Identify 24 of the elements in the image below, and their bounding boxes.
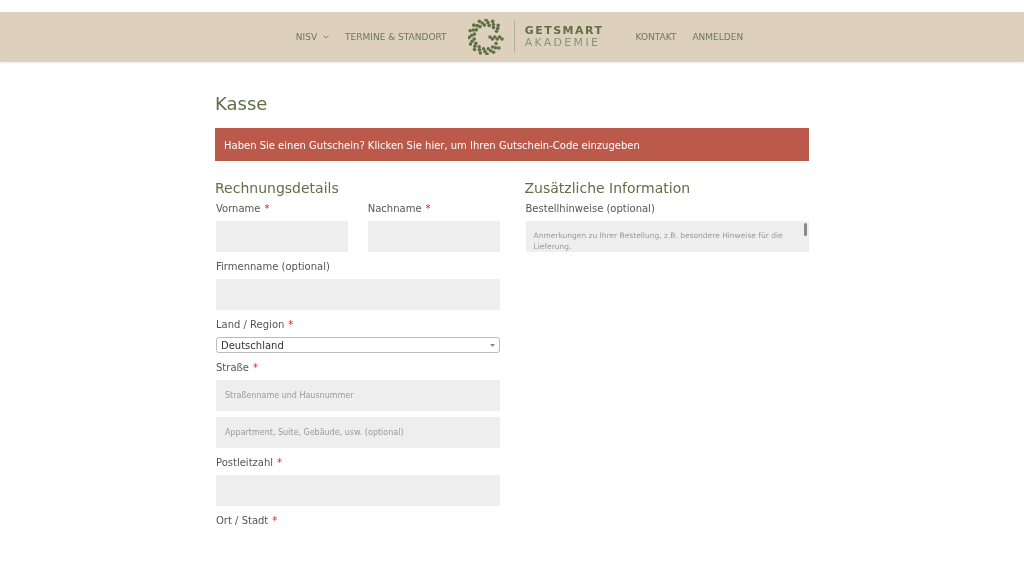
logo-wordmark: GETSMART [524, 25, 604, 37]
field-label: Land / Region * [216, 319, 295, 331]
field-label: Ort / Stadt * [216, 515, 279, 527]
page-title: Kasse [215, 92, 269, 116]
coupon-notice[interactable]: Haben Sie einen Gutschein? Klicken Sie hier, um Ihren Gutschein-Code einzugeben [215, 128, 809, 161]
input-field[interactable]: Straßenname und Hausnummer [216, 380, 500, 411]
input-field[interactable]: Appartment, Suite, Gebäude, usw. (optional) [216, 417, 500, 448]
field-label: Vorname * [216, 203, 271, 215]
nav-link[interactable]: ANMELDEN [692, 32, 744, 42]
leaf-letter-icon [467, 19, 504, 55]
section-heading: Zusätzliche Information [524, 179, 692, 198]
nav-link[interactable]: TERMINE & STANDORT [345, 32, 447, 42]
section-heading: Rechnungsdetails [215, 179, 340, 198]
logo-subtitle: AKADEMIE [524, 37, 602, 49]
field-label: Bestellhinweise (optional) [525, 203, 656, 215]
nav-link[interactable]: KONTAKT [635, 32, 677, 42]
dropdown-arrow-icon [489, 343, 495, 347]
country-select[interactable]: Deutschland [216, 337, 500, 353]
scrollbar-thumb[interactable] [804, 223, 807, 236]
field-label: Straße * [216, 362, 259, 374]
field-label: Firmenname (optional) [216, 261, 331, 273]
field-label: Nachname * [367, 203, 432, 215]
field-label: Postleitzahl * [216, 457, 284, 469]
nav-link[interactable]: NISV [295, 32, 330, 42]
